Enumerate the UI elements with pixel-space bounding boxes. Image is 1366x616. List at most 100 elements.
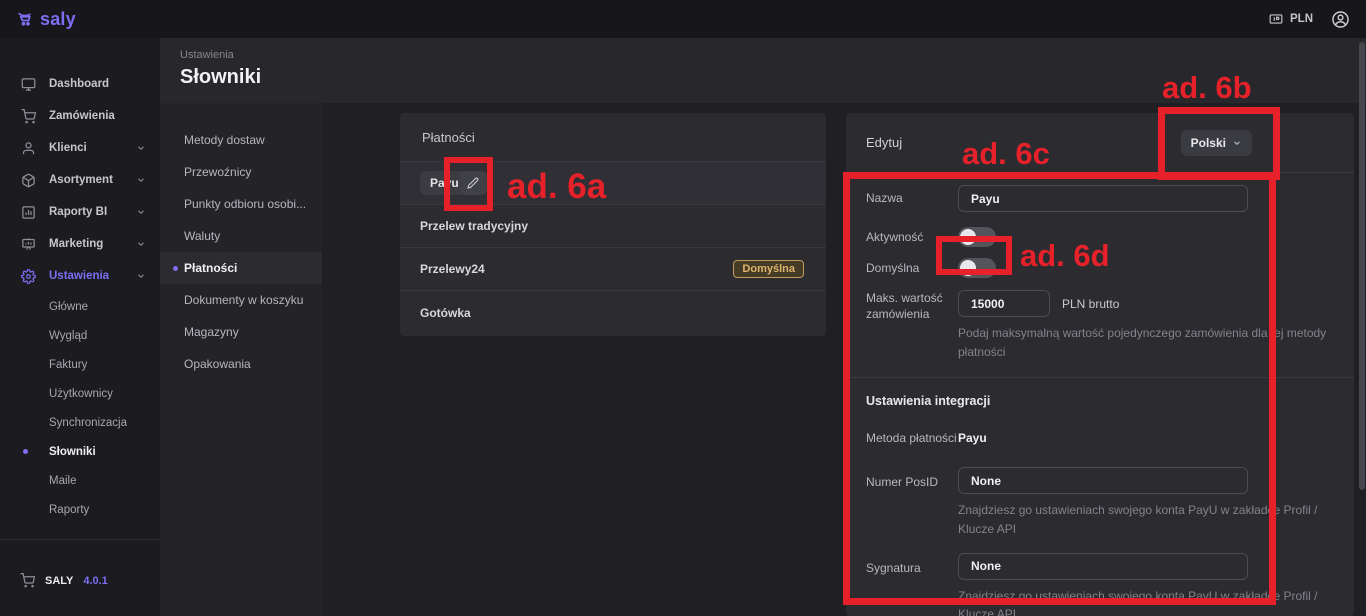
field-label-sygnatura: Sygnatura — [866, 560, 958, 576]
sidebar-subitem-slowniki[interactable]: Słowniki — [0, 437, 160, 466]
language-label: Polski — [1191, 136, 1226, 150]
chevron-down-icon — [136, 207, 146, 217]
edit-panel: Edytuj Polski Nazwa Aktywność Domyślna M… — [846, 113, 1354, 616]
settings-nav-label: Przewoźnicy — [184, 165, 251, 179]
currency-selector[interactable]: PLN — [1268, 12, 1313, 26]
settings-nav-waluty[interactable]: Waluty — [160, 220, 322, 252]
settings-nav-dokumenty[interactable]: Dokumenty w koszyku — [160, 284, 322, 316]
sidebar-subitem-faktury[interactable]: Faktury — [0, 350, 160, 379]
subitem-label: Faktury — [49, 359, 87, 371]
chevron-down-icon — [1232, 138, 1242, 148]
sidebar-item-label: Ustawienia — [49, 270, 109, 282]
saly-logo[interactable]: saly — [16, 9, 76, 30]
gear-icon — [20, 269, 36, 284]
monitor-icon — [20, 77, 36, 92]
edit-payment-button[interactable] — [460, 171, 487, 195]
sidebar-subitem-uzytkownicy[interactable]: Użytkownicy — [0, 379, 160, 408]
settings-nav-punkty-odbioru[interactable]: Punkty odbioru osobi... — [160, 188, 322, 220]
app-window: saly PLN Dashboard Zamówienia Klienci — [0, 0, 1366, 616]
person-icon — [20, 141, 36, 156]
sidebar-subitem-wyglad[interactable]: Wygląd — [0, 321, 160, 350]
settings-nav-label: Waluty — [184, 229, 220, 243]
bar-chart-icon — [20, 205, 36, 220]
settings-nav-opakowania[interactable]: Opakowania — [160, 348, 322, 380]
chevron-down-icon — [136, 175, 146, 185]
field-label-nazwa: Nazwa — [866, 190, 958, 206]
settings-nav-platnosci[interactable]: Płatności — [160, 252, 322, 284]
aktywnosc-toggle[interactable] — [958, 227, 996, 247]
posid-helper: Znajdziesz go ustawieniach swojego konta… — [958, 501, 1334, 538]
sidebar-item-raporty-bi[interactable]: Raporty BI — [0, 196, 160, 228]
chevron-down-icon — [136, 143, 146, 153]
payment-row-payu[interactable]: Payu — [400, 162, 826, 205]
settings-nav-metody-dostaw[interactable]: Metody dostaw — [160, 124, 322, 156]
sidebar-subitem-glowne[interactable]: Główne — [0, 292, 160, 321]
payments-panel-title: Płatności — [400, 113, 826, 162]
toggle-knob — [960, 229, 976, 245]
currency-label: PLN — [1290, 13, 1313, 25]
subitem-label: Wygląd — [49, 330, 87, 342]
sidebar: Dashboard Zamówienia Klienci Asortyment … — [0, 38, 160, 616]
language-dropdown[interactable]: Polski — [1181, 130, 1252, 156]
field-label-metoda: Metoda płatności — [866, 430, 958, 446]
presentation-icon — [20, 237, 36, 252]
sidebar-item-klienci[interactable]: Klienci — [0, 132, 160, 164]
active-dot — [23, 449, 28, 454]
payment-row-przelewy24[interactable]: Przelewy24 Domyślna — [400, 248, 826, 291]
sygnatura-input[interactable] — [958, 553, 1248, 580]
subitem-label: Główne — [49, 301, 88, 313]
sidebar-divider — [0, 539, 160, 540]
payment-row-przelew-tradycyjny[interactable]: Przelew tradycyjny — [400, 205, 826, 248]
cart-logo-icon — [16, 10, 36, 28]
sidebar-subitem-synchronizacja[interactable]: Synchronizacja — [0, 408, 160, 437]
chevron-down-icon — [136, 271, 146, 281]
logo-text: saly — [40, 9, 76, 30]
sidebar-item-asortyment[interactable]: Asortyment — [0, 164, 160, 196]
settings-nav-przewoznicy[interactable]: Przewoźnicy — [160, 156, 322, 188]
sidebar-item-dashboard[interactable]: Dashboard — [0, 68, 160, 100]
settings-nav-label: Dokumenty w koszyku — [184, 293, 303, 307]
sidebar-subitem-raporty[interactable]: Raporty — [0, 495, 160, 524]
sidebar-item-zamowienia[interactable]: Zamówienia — [0, 100, 160, 132]
sidebar-subitem-maile[interactable]: Maile — [0, 466, 160, 495]
maks-wartosc-input[interactable] — [958, 290, 1050, 317]
payment-row-gotowka[interactable]: Gotówka — [400, 291, 826, 334]
maks-wartosc-suffix: PLN brutto — [1062, 297, 1119, 311]
subitem-label: Słowniki — [49, 446, 96, 458]
settings-nav-magazyny[interactable]: Magazyny — [160, 316, 322, 348]
settings-nav-label: Magazyny — [184, 325, 239, 339]
maks-wartosc-helper: Podaj maksymalną wartość pojedynczego za… — [958, 324, 1334, 361]
maks-wartosc-field: PLN brutto Podaj maksymalną wartość poje… — [958, 290, 1334, 361]
sidebar-item-label: Dashboard — [49, 78, 109, 90]
app-name: SALY — [45, 575, 73, 587]
default-badge: Domyślna — [733, 260, 804, 278]
payment-name: Przelew tradycyjny — [420, 219, 528, 233]
scrollbar[interactable] — [1359, 42, 1365, 490]
field-label-maks-wartosc: Maks. wartość zamówienia — [866, 290, 958, 322]
sidebar-item-label: Klienci — [49, 142, 87, 154]
metoda-platnosci-value: Payu — [958, 431, 1334, 445]
nazwa-input[interactable] — [958, 185, 1248, 212]
posid-input[interactable] — [958, 467, 1248, 494]
active-dot — [173, 266, 178, 271]
integration-section-title: Ustawienia integracji — [846, 394, 1354, 408]
package-icon — [20, 173, 36, 188]
sidebar-item-label: Asortyment — [49, 174, 113, 186]
field-label-posid: Numer PosID — [866, 474, 958, 490]
settings-nav: Metody dostaw Przewoźnicy Punkty odbioru… — [160, 103, 322, 616]
subitem-label: Synchronizacja — [49, 417, 127, 429]
sidebar-item-marketing[interactable]: Marketing — [0, 228, 160, 260]
domyslna-toggle[interactable] — [958, 258, 996, 278]
sidebar-item-label: Zamówienia — [49, 110, 115, 122]
posid-field: Znajdziesz go ustawieniach swojego konta… — [958, 467, 1334, 538]
pencil-icon — [467, 177, 479, 189]
banknote-icon — [1268, 12, 1284, 26]
sidebar-item-ustawienia[interactable]: Ustawienia — [0, 260, 160, 292]
subitem-label: Maile — [49, 475, 76, 487]
toggle-knob — [960, 260, 976, 276]
account-icon[interactable] — [1331, 10, 1350, 29]
settings-nav-label: Płatności — [184, 261, 237, 275]
sidebar-item-label: Raporty BI — [49, 206, 107, 218]
cart-icon — [20, 573, 35, 588]
subitem-label: Raporty — [49, 504, 89, 516]
